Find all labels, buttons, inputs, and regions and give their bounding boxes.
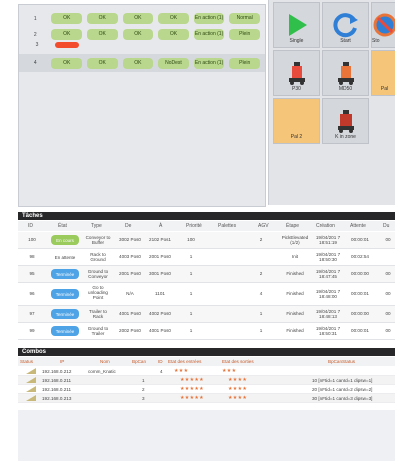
- forklift-icon: [337, 62, 354, 85]
- grid-row: 1 OK OK OK OK En action (1) Normal: [19, 13, 265, 24]
- stop-icon: [373, 13, 395, 37]
- status-chip[interactable]: OK: [158, 13, 189, 24]
- col-header[interactable]: À: [159, 223, 162, 229]
- table-row[interactable]: 192.168.0.213 3 ★★★★★ ★★★★ 30 [nFtid=1 c…: [18, 394, 395, 403]
- col-header[interactable]: Type: [91, 223, 102, 229]
- col-header[interactable]: De: [125, 223, 131, 229]
- table-row[interactable]: 99 Terminée Ground to Trailer 2002 Pos0 …: [18, 323, 395, 340]
- combos-section-title: Combos: [18, 348, 395, 356]
- col-header[interactable]: Palettes: [218, 223, 236, 229]
- col-header[interactable]: Attente: [350, 223, 366, 229]
- input-state-stars: ★★★★★: [180, 386, 204, 392]
- col-header[interactable]: IP: [60, 359, 64, 364]
- combos-empty-area: [18, 410, 395, 461]
- col-header[interactable]: ID: [158, 359, 163, 364]
- status-chip[interactable]: En action (1): [193, 57, 225, 69]
- status-badge: Terminée: [51, 269, 79, 279]
- status-chip[interactable]: En action (1): [193, 29, 225, 40]
- tile-pal[interactable]: Pal: [371, 50, 395, 96]
- status-chip[interactable]: En action (1): [193, 13, 225, 24]
- output-state-stars: ★★★: [222, 368, 237, 374]
- status-chip[interactable]: OK: [51, 13, 82, 24]
- tile-pal-2[interactable]: Pal 2: [273, 98, 320, 144]
- status-badge: En cours: [51, 235, 79, 245]
- row-id: 1: [33, 15, 37, 22]
- input-state-stars: ★★★: [174, 368, 189, 374]
- status-badge: Terminée: [51, 326, 79, 336]
- status-chip[interactable]: OK: [122, 57, 154, 69]
- col-header[interactable]: Nom: [100, 359, 110, 364]
- input-state-stars: ★★★★★: [180, 395, 204, 401]
- signal-icon: [26, 395, 36, 401]
- col-header[interactable]: ID: [28, 223, 33, 229]
- output-state-stars: ★★★★: [228, 377, 248, 383]
- tasks-section-title: Tâches: [18, 212, 395, 220]
- col-header[interactable]: Etat des entrées: [168, 359, 201, 364]
- alarm-chip[interactable]: [55, 42, 79, 48]
- tasks-column-headers: ID État Type De À Priorité Palettes AGV …: [18, 221, 395, 231]
- col-header[interactable]: Étape: [286, 223, 299, 229]
- grid-row: 2 OK OK OK OK En action (1) Plein: [19, 29, 265, 40]
- table-row[interactable]: 192.168.0.211 1 ★★★★★ ★★★★ 10 [nFtid=1 c…: [18, 376, 395, 385]
- status-chip[interactable]: OK: [87, 13, 118, 24]
- col-header[interactable]: BpCanStatus: [328, 359, 355, 364]
- status-chip[interactable]: Plein: [229, 29, 260, 40]
- col-header[interactable]: Création: [316, 223, 335, 229]
- signal-icon: [26, 386, 36, 392]
- status-chip[interactable]: OK: [87, 57, 118, 69]
- status-chip[interactable]: OK: [158, 29, 189, 40]
- agv-status-grid: 1 OK OK OK OK En action (1) Normal 2 OK …: [18, 4, 266, 207]
- row-id: 4: [33, 60, 37, 66]
- status-badge: Terminée: [51, 309, 79, 319]
- table-row[interactable]: 97 Terminée Trailer to Rack 4001 Pos0 40…: [18, 306, 395, 323]
- table-row[interactable]: 192.168.0.212 comm_Knatic 4 ★★★ ★★★: [18, 367, 395, 376]
- col-header[interactable]: AGV: [258, 223, 269, 229]
- status-chip[interactable]: NoDest: [158, 57, 189, 69]
- signal-icon: [26, 377, 36, 383]
- col-header[interactable]: Priorité: [186, 223, 202, 229]
- control-tiles-panel: Single Start Sto P30 MD50 Pal Pal 2 K in…: [268, 0, 395, 205]
- table-row[interactable]: 98 En attente Rack to Ground 4003 Pos0 2…: [18, 249, 395, 266]
- status-chip[interactable]: OK: [122, 13, 154, 24]
- col-header[interactable]: Etat des sorties: [222, 359, 254, 364]
- col-header[interactable]: BpCan: [132, 359, 146, 364]
- row-id: 2: [33, 31, 37, 38]
- status-chip[interactable]: OK: [87, 29, 118, 40]
- status-badge: Terminée: [51, 289, 79, 299]
- tile-p30[interactable]: P30: [273, 50, 320, 96]
- forklift-icon: [337, 110, 354, 133]
- status-chip[interactable]: OK: [122, 29, 154, 40]
- status-badge: En attente: [54, 254, 76, 260]
- tile-stop[interactable]: Sto: [371, 2, 395, 48]
- col-header[interactable]: État: [58, 223, 67, 229]
- signal-icon: [26, 368, 36, 374]
- col-header[interactable]: Du: [383, 223, 389, 229]
- grid-row: 4 OK OK OK NoDest En action (1) Plein: [19, 54, 265, 72]
- play-icon: [288, 14, 307, 36]
- row-id: 3: [35, 42, 39, 48]
- status-chip[interactable]: OK: [51, 57, 82, 69]
- tile-start[interactable]: Start: [322, 2, 369, 48]
- table-row[interactable]: 192.168.0.211 2 ★★★★★ ★★★★ 20 [nFtid=1 c…: [18, 385, 395, 394]
- output-state-stars: ★★★★: [228, 395, 248, 401]
- input-state-stars: ★★★★★: [180, 377, 204, 383]
- tile-single[interactable]: Single: [273, 2, 320, 48]
- output-state-stars: ★★★★: [228, 386, 248, 392]
- status-chip[interactable]: Plein: [229, 57, 260, 69]
- table-row[interactable]: 100 En cours Conveyor to Buffer 3002 Pos…: [18, 232, 395, 249]
- tile-k-in-zone[interactable]: K in zone: [322, 98, 369, 144]
- combos-column-headers: Status IP Nom BpCan ID Etat des entrées …: [18, 357, 395, 366]
- col-header[interactable]: Status: [20, 359, 33, 364]
- forklift-icon: [288, 62, 305, 85]
- grid-row: 3: [19, 42, 265, 48]
- status-chip[interactable]: OK: [51, 29, 82, 40]
- table-row[interactable]: 96 Terminée Go to unloading Point N/A 11…: [18, 283, 395, 306]
- status-chip[interactable]: Normal: [229, 13, 260, 24]
- tile-md50[interactable]: MD50: [322, 50, 369, 96]
- refresh-icon: [332, 13, 358, 38]
- table-row[interactable]: 95 Terminée Ground to Conveyor 2001 Pos0…: [18, 266, 395, 283]
